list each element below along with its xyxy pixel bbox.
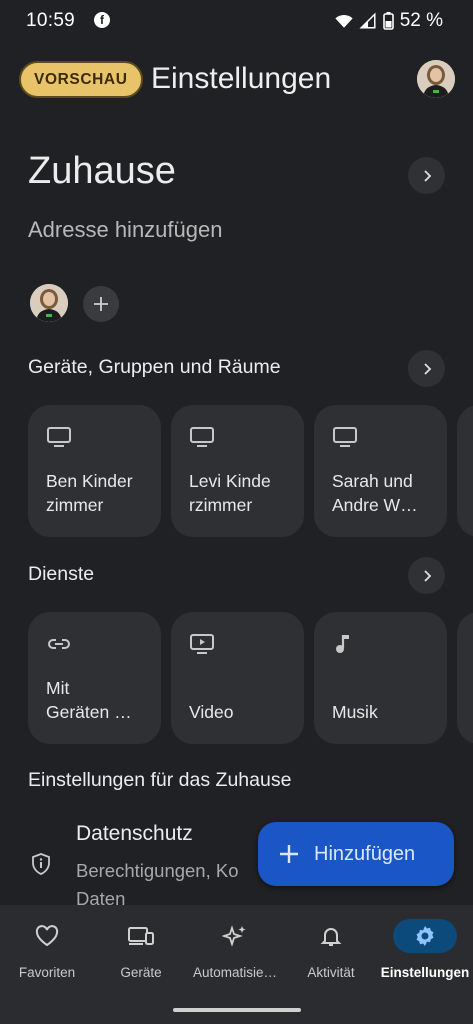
service-tile-peek[interactable] <box>457 612 473 744</box>
member-avatar[interactable] <box>30 284 68 322</box>
service-label: Musik <box>332 702 378 722</box>
nav-automations[interactable]: Automatisie… <box>188 919 282 980</box>
heart-icon <box>35 925 59 947</box>
status-time: 10:59 <box>26 10 76 31</box>
fab-label: Hinzufügen <box>314 842 416 865</box>
status-bar: 10:59 f 52 % <box>0 0 473 44</box>
plus-icon <box>94 297 108 311</box>
tv-icon <box>190 427 214 447</box>
sparkle-icon <box>222 925 246 947</box>
service-tile[interactable]: Video <box>171 612 304 744</box>
wifi-icon <box>335 15 353 28</box>
nav-pill <box>109 919 173 953</box>
service-tile[interactable]: Mit Geräten … <box>28 612 161 744</box>
room-tile[interactable]: Ben Kinder zimmer <box>28 405 161 537</box>
room-label: Ben Kinder zimmer <box>46 471 133 515</box>
services-more-button[interactable] <box>408 557 445 594</box>
nav-label: Geräte <box>120 965 162 980</box>
nav-pill <box>393 919 457 953</box>
status-icons: 52 % <box>335 10 443 32</box>
link-icon <box>48 639 70 649</box>
add-member-button[interactable] <box>83 286 119 322</box>
gear-icon <box>416 926 434 946</box>
service-label: Mit Geräten … <box>46 678 132 722</box>
cell-signal-icon <box>359 12 376 29</box>
section-title-home-settings: Einstellungen für das Zuhause <box>28 769 292 791</box>
rooms-carousel[interactable]: Ben Kinder zimmer Levi Kinde rzimmer Sar… <box>28 405 473 537</box>
chevron-right-icon <box>423 362 431 375</box>
home-details-button[interactable] <box>408 157 445 194</box>
service-tile[interactable]: Musik <box>314 612 447 744</box>
facebook-notification-icon: f <box>94 12 110 28</box>
nav-label: Aktivität <box>307 965 355 980</box>
preview-chip[interactable]: VORSCHAU <box>19 61 143 98</box>
services-carousel[interactable]: Mit Geräten … Video Musik <box>28 612 473 744</box>
battery-icon <box>382 12 394 30</box>
room-label: Sarah und Andre W… <box>332 471 418 515</box>
bottom-navigation: Favoriten Geräte Automatisie… Aktivität … <box>0 905 473 1024</box>
tv-icon <box>333 427 357 447</box>
account-avatar[interactable] <box>417 60 455 98</box>
gesture-bar[interactable] <box>173 1008 301 1012</box>
nav-pill <box>299 919 363 953</box>
nav-pill <box>15 919 79 953</box>
plus-icon <box>280 845 298 863</box>
bell-icon <box>320 928 342 946</box>
room-tile[interactable]: Sarah und Andre W… <box>314 405 447 537</box>
member-photo-icon <box>30 284 68 322</box>
top-app-bar: VORSCHAU Einstellungen <box>0 56 473 104</box>
room-tile-peek[interactable] <box>457 405 473 537</box>
nav-label: Automatisie… <box>192 965 278 980</box>
devices-icon <box>128 927 154 945</box>
video-icon <box>190 634 214 654</box>
chevron-right-icon <box>423 569 431 582</box>
nav-label: Einstellungen <box>380 965 470 980</box>
music-note-icon <box>336 635 349 653</box>
nav-favorites[interactable]: Favoriten <box>0 919 94 980</box>
battery-percent: 52 % <box>399 10 443 31</box>
section-title-devices: Geräte, Gruppen und Räume <box>28 356 281 378</box>
home-name: Zuhause <box>28 150 176 192</box>
service-label: Video <box>189 702 234 722</box>
add-fab-button[interactable]: Hinzufügen <box>258 822 454 886</box>
privacy-setting-title[interactable]: Datenschutz <box>76 822 193 846</box>
nav-devices[interactable]: Geräte <box>94 919 188 980</box>
devices-more-button[interactable] <box>408 350 445 387</box>
tv-icon <box>47 427 71 447</box>
add-address-link[interactable]: Adresse hinzufügen <box>28 217 222 243</box>
nav-label: Favoriten <box>18 965 76 980</box>
nav-settings[interactable]: Einstellungen <box>378 919 472 980</box>
room-tile[interactable]: Levi Kinde rzimmer <box>171 405 304 537</box>
shield-info-icon <box>32 853 50 875</box>
section-title-services: Dienste <box>28 563 95 585</box>
chevron-right-icon <box>423 169 431 182</box>
nav-activity[interactable]: Aktivität <box>284 919 378 980</box>
room-label: Levi Kinde rzimmer <box>189 471 271 515</box>
nav-pill <box>203 919 267 953</box>
page-title: Einstellungen <box>151 62 332 95</box>
avatar-photo-icon <box>417 60 455 98</box>
